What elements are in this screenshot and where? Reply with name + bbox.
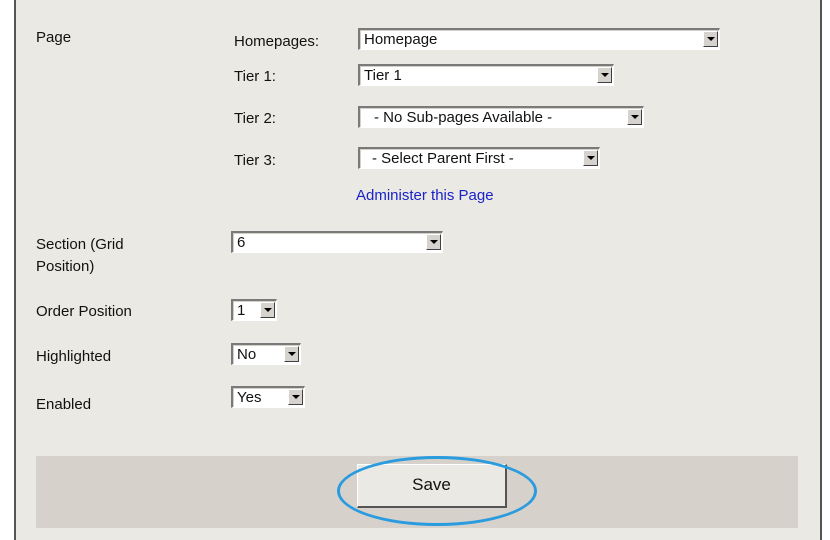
save-button[interactable]: Save — [357, 464, 507, 508]
page-label: Page — [36, 29, 72, 46]
order-position-select[interactable]: 1 — [231, 299, 277, 321]
homepages-select[interactable]: Homepage — [358, 28, 720, 50]
tier2-label: Tier 2: — [234, 110, 276, 127]
highlighted-value: No — [237, 346, 257, 363]
homepages-label: Homepages: — [234, 33, 320, 50]
order-position-label: Order Position — [36, 303, 132, 320]
administer-page-link[interactable]: Administer this Page — [356, 187, 494, 204]
chevron-down-icon — [703, 31, 718, 47]
section-label-line1: Section (Grid — [36, 236, 124, 253]
chevron-down-icon — [260, 302, 275, 318]
enabled-value: Yes — [237, 389, 262, 406]
tier3-select[interactable]: - Select Parent First - — [358, 147, 600, 169]
tier3-value: - Select Parent First - — [372, 150, 514, 167]
form-footer: Save — [36, 456, 798, 528]
tier2-select[interactable]: - No Sub-pages Available - — [358, 106, 644, 128]
highlighted-select[interactable]: No — [231, 343, 301, 365]
enabled-label: Enabled — [36, 396, 92, 413]
enabled-select[interactable]: Yes — [231, 386, 305, 408]
tier3-label: Tier 3: — [234, 152, 276, 169]
homepages-value: Homepage — [364, 31, 438, 48]
tier2-value: - No Sub-pages Available - — [374, 109, 553, 126]
order-position-value: 1 — [237, 302, 246, 319]
chevron-down-icon — [627, 109, 642, 125]
highlighted-label: Highlighted — [36, 348, 112, 365]
tier1-label: Tier 1: — [234, 68, 276, 85]
chevron-down-icon — [583, 150, 598, 166]
tier1-select[interactable]: Tier 1 — [358, 64, 614, 86]
chevron-down-icon — [288, 389, 303, 405]
section-label-line2: Position) — [36, 258, 95, 275]
chevron-down-icon — [597, 67, 612, 83]
tier1-value: Tier 1 — [364, 67, 402, 84]
chevron-down-icon — [284, 346, 299, 362]
chevron-down-icon — [426, 234, 441, 250]
form-panel: Page Homepages: Homepage Tier 1: Tier 1 … — [14, 0, 822, 540]
section-value: 6 — [237, 234, 246, 251]
section-select[interactable]: 6 — [231, 231, 443, 253]
